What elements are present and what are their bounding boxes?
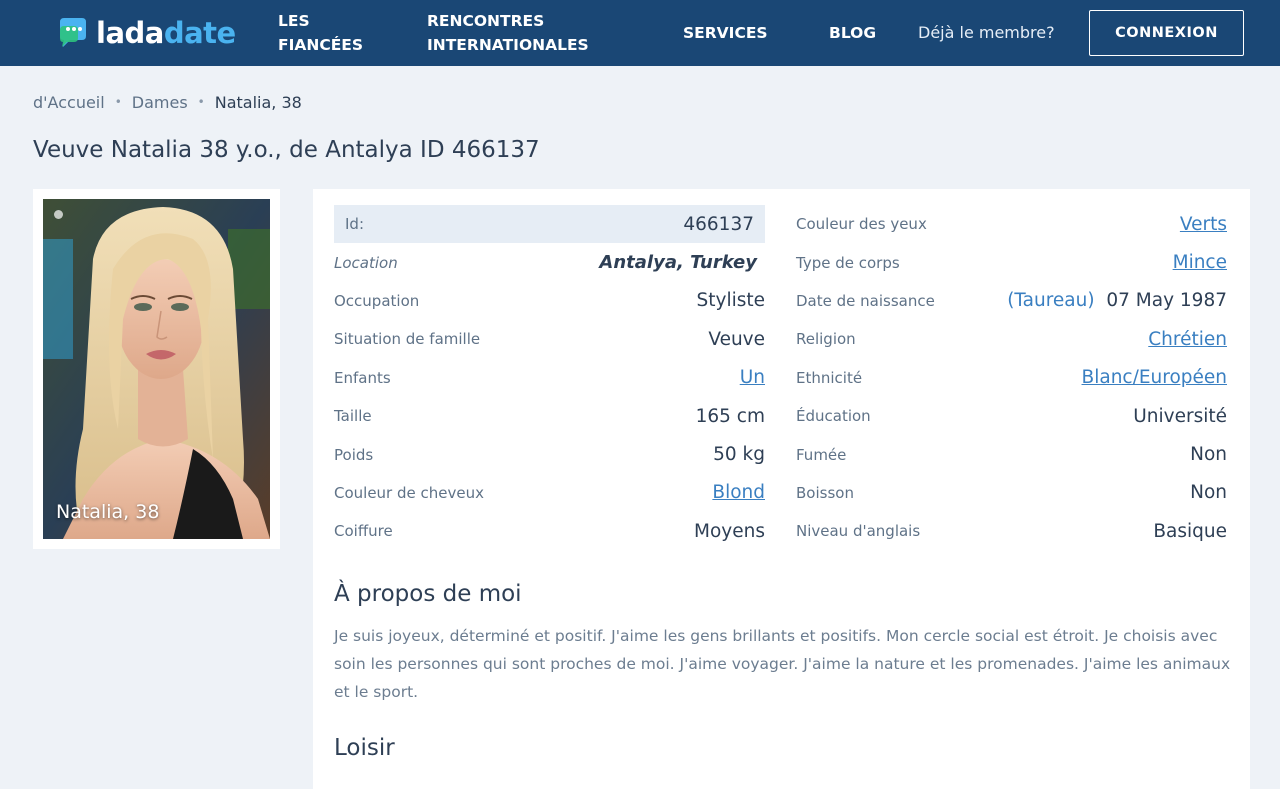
detail-row-location: Location Antalya, Turkey [334,243,765,281]
breadcrumb-home[interactable]: d'Accueil [33,93,105,112]
details-left-column: Id: 466137 Location Antalya, Turkey Occu… [334,205,765,551]
detail-label: Taille [334,407,372,426]
detail-row-education: Éducation Université [796,397,1227,435]
zodiac-link[interactable]: Taureau [1014,290,1087,311]
site-header: ladadate LES FIANCÉES RENCONTRES INTERNA… [0,0,1280,66]
detail-label: Fumée [796,445,847,464]
detail-label: Occupation [334,291,420,310]
page-title: Veuve Natalia 38 y.o., de Antalya ID 466… [33,137,540,163]
profile-photo-card: Natalia, 38 [33,189,280,549]
about-text: Je suis joyeux, déterminé et positif. J'… [334,627,1231,701]
detail-row-religion: Religion Chrétien [796,320,1227,358]
details-right-column: Couleur des yeux Verts Type de corps Min… [796,205,1227,551]
detail-value-link[interactable]: Blanc/Européen [1082,367,1227,388]
detail-label: Éducation [796,407,871,426]
detail-value: Styliste [696,290,766,312]
birth-date-value: 07 May 1987 [1106,290,1227,312]
detail-label: Couleur des yeux [796,215,927,234]
logo[interactable]: ladadate [56,14,236,52]
photo-indicator-dot [54,210,63,219]
nav-blog[interactable]: BLOG [829,21,876,45]
detail-label: Ethnicité [796,368,863,387]
detail-row-hairstyle: Coiffure Moyens [334,512,765,550]
detail-row-children: Enfants Un [334,359,765,397]
detail-label: Date de naissance [796,291,935,310]
logo-text: ladadate [96,15,236,50]
detail-value: 50 kg [713,444,765,466]
detail-label: Niveau d'anglais [796,522,921,541]
breadcrumb-dames[interactable]: Dames [132,93,188,112]
detail-value-link[interactable]: Un [740,367,765,388]
nav-les-fiancees[interactable]: LES FIANCÉES [278,9,388,57]
detail-row-drinking: Boisson Non [796,474,1227,512]
login-button[interactable]: CONNEXION [1089,10,1244,56]
breadcrumb: d'Accueil • Dames • Natalia, 38 [33,90,302,114]
detail-label: Location [334,253,398,272]
detail-row-weight: Poids 50 kg [334,435,765,473]
detail-row-eye-color: Couleur des yeux Verts [796,205,1227,243]
detail-row-height: Taille 165 cm [334,397,765,435]
detail-value-link[interactable]: Chrétien [1148,329,1227,350]
detail-label: Couleur de cheveux [334,483,484,502]
detail-label: Situation de famille [334,330,481,349]
detail-row-birth-date: Date de naissance (Taureau) 07 May 1987 [796,282,1227,320]
detail-value: Antalya, Turkey [599,252,757,274]
detail-row-english-level: Niveau d'anglais Basique [796,512,1227,550]
profile-details-card: Id: 466137 Location Antalya, Turkey Occu… [313,189,1250,789]
detail-label: Enfants [334,368,391,387]
profile-photo[interactable]: Natalia, 38 [43,199,270,539]
detail-label: Id: [345,215,364,234]
photo-caption: Natalia, 38 [56,501,160,523]
detail-value: 466137 [683,213,754,235]
detail-label: Boisson [796,483,854,502]
detail-value: Moyens [694,520,765,542]
detail-label: Type de corps [796,253,900,272]
detail-value: Veuve [708,328,765,350]
detail-label: Poids [334,445,374,464]
detail-row-body-type: Type de corps Mince [796,243,1227,281]
detail-value: 165 cm [695,405,765,427]
detail-value: Non [1190,444,1227,466]
detail-value: (Taureau) 07 May 1987 [1007,290,1227,312]
detail-value-link[interactable]: Mince [1173,252,1227,273]
detail-label: Coiffure [334,522,393,541]
detail-row-id: Id: 466137 [334,205,765,244]
hobby-title: Loisir [334,735,395,761]
detail-row-marital-status: Situation de famille Veuve [334,320,765,358]
detail-value: Université [1133,405,1227,427]
detail-value: Non [1190,482,1227,504]
nav-rencontres-internationales[interactable]: RENCONTRES INTERNATIONALES [427,9,627,57]
detail-value: Basique [1153,520,1227,542]
detail-label: Religion [796,330,856,349]
detail-row-ethnicity: Ethnicité Blanc/Européen [796,359,1227,397]
detail-row-occupation: Occupation Styliste [334,282,765,320]
member-prompt: Déjà le membre? [918,23,1055,42]
detail-row-hair-color: Couleur de cheveux Blond [334,474,765,512]
breadcrumb-separator: • [114,95,122,109]
chat-bubble-icon [60,18,86,47]
nav-services[interactable]: SERVICES [683,21,768,45]
detail-value-link[interactable]: Blond [712,482,765,503]
about-title: À propos de moi [334,581,522,607]
detail-row-smoking: Fumée Non [796,435,1227,473]
breadcrumb-separator: • [197,95,205,109]
portrait-illustration [43,199,270,539]
breadcrumb-current: Natalia, 38 [214,92,302,112]
detail-value-link[interactable]: Verts [1180,214,1227,235]
